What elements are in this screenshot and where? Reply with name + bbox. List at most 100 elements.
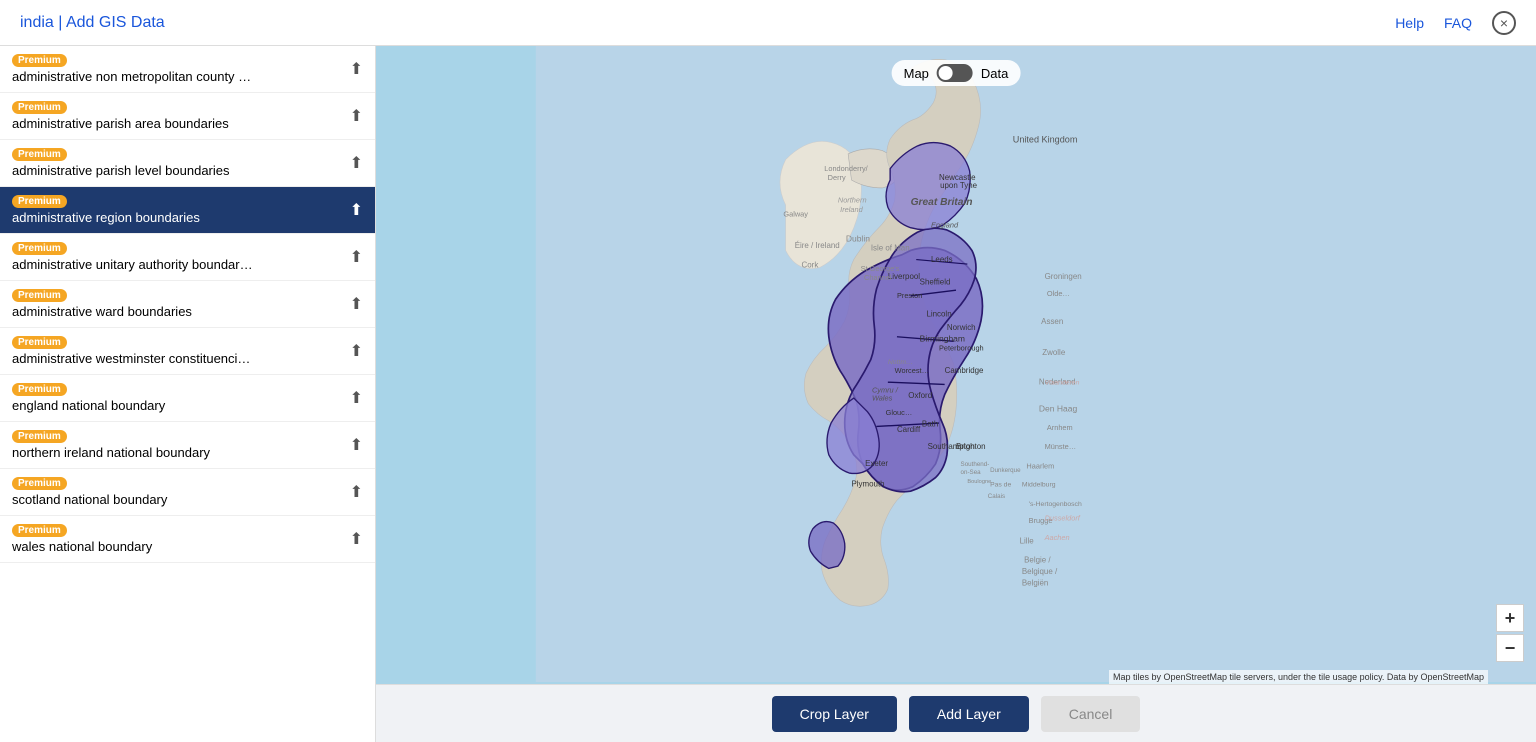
svg-text:United Kingdom: United Kingdom xyxy=(1013,135,1078,145)
svg-text:Birmingham: Birmingham xyxy=(920,333,965,343)
svg-text:Glouc…: Glouc… xyxy=(886,408,913,417)
upload-icon[interactable]: ⬆ xyxy=(350,435,363,455)
upload-icon[interactable]: ⬆ xyxy=(350,529,363,549)
premium-badge: Premium xyxy=(12,195,67,208)
upload-icon[interactable]: ⬆ xyxy=(350,482,363,502)
premium-badge: Premium xyxy=(12,54,67,67)
svg-text:Dublin: Dublin xyxy=(846,233,870,243)
layer-item-left: Premium wales national boundary xyxy=(12,524,152,554)
layer-item-1[interactable]: Premium administrative non metropolitan … xyxy=(0,46,375,93)
svg-text:Boulogne: Boulogne xyxy=(967,479,991,485)
layer-item-2[interactable]: Premium administrative parish area bound… xyxy=(0,93,375,140)
svg-text:Vlaanderen: Vlaanderen xyxy=(1045,379,1080,386)
svg-text:on-Sea: on-Sea xyxy=(961,469,982,476)
close-button[interactable]: × xyxy=(1492,11,1516,35)
svg-text:Leeds: Leeds xyxy=(931,255,953,264)
premium-badge: Premium xyxy=(12,101,67,114)
premium-badge: Premium xyxy=(12,242,67,255)
svg-text:Norwich: Norwich xyxy=(947,323,976,332)
layer-item-left: Premium administrative region boundaries xyxy=(12,195,200,225)
map-svg: Newcastle upon Tyne Leeds Sheffield Live… xyxy=(376,46,1536,682)
svg-text:Dusseldorf: Dusseldorf xyxy=(1045,514,1081,523)
svg-text:Middelburg: Middelburg xyxy=(1022,482,1056,489)
layer-name: administrative non metropolitan county … xyxy=(12,69,251,84)
layer-name: administrative parish level boundaries xyxy=(12,163,230,178)
layer-item-8[interactable]: Premium england national boundary ⬆ xyxy=(0,375,375,422)
svg-text:Southend-: Southend- xyxy=(961,461,990,468)
layer-name: administrative unitary authority boundar… xyxy=(12,257,253,272)
premium-badge: Premium xyxy=(12,383,67,396)
premium-badge: Premium xyxy=(12,430,67,443)
layer-item-left: Premium scotland national boundary xyxy=(12,477,167,507)
svg-text:Brighton: Brighton xyxy=(956,442,986,451)
zoom-controls: + − xyxy=(1496,604,1524,662)
faq-link[interactable]: FAQ xyxy=(1444,15,1472,31)
upload-icon[interactable]: ⬆ xyxy=(350,200,363,220)
svg-text:Arnhem: Arnhem xyxy=(1047,423,1073,432)
layer-name: scotland national boundary xyxy=(12,492,167,507)
map-area: Map Data xyxy=(376,46,1536,742)
bottom-action-bar: Crop Layer Add Layer Cancel xyxy=(376,684,1536,742)
layer-item-4[interactable]: Premium administrative region boundaries… xyxy=(0,187,375,234)
premium-badge: Premium xyxy=(12,289,67,302)
svg-text:Bath: Bath xyxy=(922,419,938,428)
layer-item-left: Premium administrative parish level boun… xyxy=(12,148,230,178)
layer-name: england national boundary xyxy=(12,398,165,413)
upload-icon[interactable]: ⬆ xyxy=(350,247,363,267)
layer-name: northern ireland national boundary xyxy=(12,445,210,460)
upload-icon[interactable]: ⬆ xyxy=(350,59,363,79)
svg-text:Sheffield: Sheffield xyxy=(920,277,951,286)
svg-text:Belgique /: Belgique / xyxy=(1022,567,1058,576)
svg-text:Peterborough: Peterborough xyxy=(939,343,984,352)
layer-item-5[interactable]: Premium administrative unitary authority… xyxy=(0,234,375,281)
help-link[interactable]: Help xyxy=(1395,15,1424,31)
layer-item-7[interactable]: Premium administrative westminster const… xyxy=(0,328,375,375)
toggle-thumb xyxy=(939,66,953,80)
svg-text:Zwolle: Zwolle xyxy=(1042,348,1066,357)
map-attribution: Map tiles by OpenStreetMap tile servers,… xyxy=(1109,670,1488,684)
map-toggle-label: Map xyxy=(904,66,929,81)
premium-badge: Premium xyxy=(12,336,67,349)
layer-item-3[interactable]: Premium administrative parish level boun… xyxy=(0,140,375,187)
svg-text:Münste…: Münste… xyxy=(1045,442,1077,451)
svg-text:Calais: Calais xyxy=(988,493,1005,500)
crop-layer-button[interactable]: Crop Layer xyxy=(772,696,897,732)
layer-item-left: Premium administrative parish area bound… xyxy=(12,101,229,131)
svg-text:Galway: Galway xyxy=(783,209,808,218)
layer-item-10[interactable]: Premium scotland national boundary ⬆ xyxy=(0,469,375,516)
svg-text:Cardiff: Cardiff xyxy=(897,425,921,434)
svg-text:Derry: Derry xyxy=(828,173,846,182)
svg-text:Lincoln: Lincoln xyxy=(926,309,951,318)
svg-text:Ireland: Ireland xyxy=(840,205,863,214)
zoom-out-button[interactable]: − xyxy=(1496,634,1524,662)
svg-text:Preston: Preston xyxy=(897,291,922,300)
svg-text:Groningen: Groningen xyxy=(1045,272,1082,281)
svg-text:Londonderry/: Londonderry/ xyxy=(824,164,868,173)
svg-text:England: England xyxy=(931,221,959,230)
layer-name: wales national boundary xyxy=(12,539,152,554)
svg-text:Olde…: Olde… xyxy=(1047,289,1070,298)
svg-text:Belgiën: Belgiën xyxy=(1022,578,1048,587)
upload-icon[interactable]: ⬆ xyxy=(350,294,363,314)
add-layer-button[interactable]: Add Layer xyxy=(909,696,1029,732)
toggle-switch[interactable] xyxy=(937,64,973,82)
header: india | Add GIS Data Help FAQ × xyxy=(0,0,1536,46)
svg-text:Isle of Man: Isle of Man xyxy=(871,243,910,252)
upload-icon[interactable]: ⬆ xyxy=(350,388,363,408)
svg-text:Cambridge: Cambridge xyxy=(945,366,984,375)
layer-name: administrative region boundaries xyxy=(12,210,200,225)
svg-text:Oxford: Oxford xyxy=(908,391,932,400)
layer-item-6[interactable]: Premium administrative ward boundaries ⬆ xyxy=(0,281,375,328)
upload-icon[interactable]: ⬆ xyxy=(350,153,363,173)
layer-item-11[interactable]: Premium wales national boundary ⬆ xyxy=(0,516,375,563)
layer-item-9[interactable]: Premium northern ireland national bounda… xyxy=(0,422,375,469)
main-layout: Premium administrative non metropolitan … xyxy=(0,46,1536,742)
svg-text:Nottm…: Nottm… xyxy=(888,359,913,366)
upload-icon[interactable]: ⬆ xyxy=(350,341,363,361)
layer-item-left: Premium england national boundary xyxy=(12,383,165,413)
svg-text:Liverpool: Liverpool xyxy=(888,272,920,281)
svg-text:Belgie /: Belgie / xyxy=(1024,556,1051,565)
cancel-button[interactable]: Cancel xyxy=(1041,696,1141,732)
zoom-in-button[interactable]: + xyxy=(1496,604,1524,632)
upload-icon[interactable]: ⬆ xyxy=(350,106,363,126)
